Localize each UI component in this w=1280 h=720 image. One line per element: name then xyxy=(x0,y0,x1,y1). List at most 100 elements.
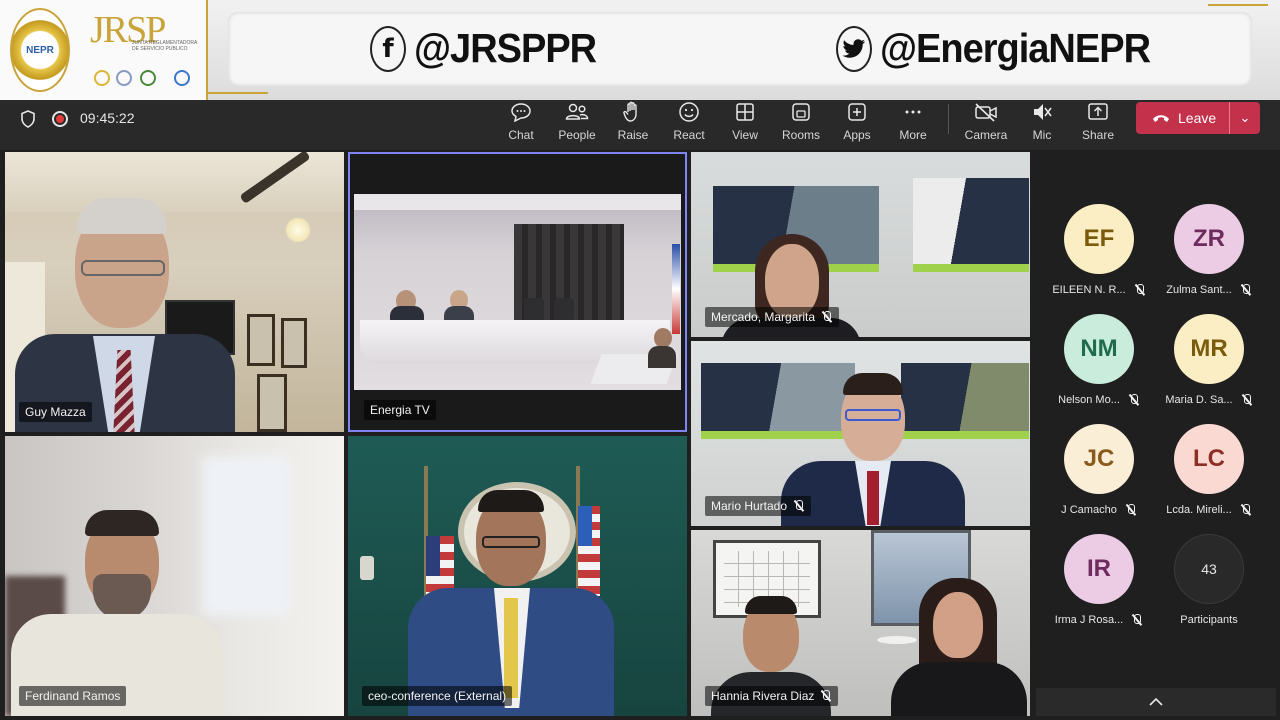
participant-name: Mario Hurtado xyxy=(711,499,788,513)
partner-logo xyxy=(174,70,190,86)
wall-frame xyxy=(257,374,287,432)
view-button[interactable]: View xyxy=(717,100,773,146)
view-label: View xyxy=(732,128,758,142)
mic-off-icon xyxy=(1128,394,1140,406)
participants-count: 43 xyxy=(1174,534,1244,604)
facebook-handle: @JRSPPR xyxy=(414,25,597,72)
participant-avatar-tile[interactable]: MR Maria D. Sa... xyxy=(1154,314,1264,424)
raise-hand-button[interactable]: Raise xyxy=(605,100,661,146)
participant-avatar-tile[interactable]: ZR Zulma Sant... xyxy=(1154,204,1264,314)
participant-name-tag: Guy Mazza xyxy=(19,402,92,422)
wall-poster xyxy=(701,363,855,437)
participant-name: Ferdinand Ramos xyxy=(25,689,121,703)
participant-name-tag: ceo-conference (External) xyxy=(362,686,513,706)
people-icon xyxy=(565,100,589,124)
mic-off-icon xyxy=(1241,394,1253,406)
share-button[interactable]: Share xyxy=(1070,100,1126,146)
rooms-button[interactable]: Rooms xyxy=(773,100,829,146)
leave-button[interactable]: Leave xyxy=(1136,102,1230,134)
mic-off-icon xyxy=(1031,100,1053,124)
partner-logo xyxy=(94,70,110,86)
org-logo-area: NEPR JRSP JUNTA REGLAMENTADORA DE SERVIC… xyxy=(0,0,208,100)
participant-name: Mercado, Margarita xyxy=(711,310,816,324)
react-label: React xyxy=(673,128,705,142)
apps-button[interactable]: Apps xyxy=(829,100,885,146)
leave-button-group: Leave ⌄ xyxy=(1136,102,1260,134)
video-tile[interactable]: ceo-conference (External) xyxy=(348,436,687,716)
mic-off-icon xyxy=(1131,614,1143,626)
participant-name: Guy Mazza xyxy=(25,405,86,419)
participant-name-tag: Energia TV xyxy=(364,400,436,420)
participant-name-row: Irma J Rosa... xyxy=(1055,614,1143,626)
rooms-icon xyxy=(791,100,811,124)
participant-avatar-tile[interactable]: JC J Camacho xyxy=(1044,424,1154,534)
video-tile-active-speaker[interactable]: Energia TV xyxy=(348,152,687,432)
video-tile[interactable]: Ferdinand Ramos xyxy=(5,436,344,716)
broadcast-banner: NEPR JRSP JUNTA REGLAMENTADORA DE SERVIC… xyxy=(0,0,1280,100)
facebook-handle-group: f @JRSPPR xyxy=(370,25,597,72)
avatar: ZR xyxy=(1174,204,1244,274)
participant-name-row: Nelson Mo... xyxy=(1058,394,1140,406)
twitter-handle-group: @EnergiaNEPR xyxy=(836,26,1151,72)
participant-name: Irma J Rosa... xyxy=(1054,614,1124,626)
participant-avatar-tile[interactable]: EF EILEEN N. R... xyxy=(1044,204,1154,314)
people-label: People xyxy=(558,128,596,142)
video-tile[interactable]: Mario Hurtado xyxy=(691,341,1030,526)
decorative-line xyxy=(208,92,268,94)
chat-button[interactable]: Chat xyxy=(493,100,549,146)
leave-options-dropdown[interactable]: ⌄ xyxy=(1230,110,1260,126)
meeting-toolbar: 09:45:22 Chat People Raise React View Ro… xyxy=(0,100,1280,150)
seal-text: NEPR xyxy=(26,44,54,56)
nepr-seal-logo: NEPR xyxy=(10,8,70,92)
camera-button[interactable]: Camera xyxy=(958,100,1014,146)
participants-gallery: EF EILEEN N. R... ZR Zulma Sant... NM Ne… xyxy=(1032,150,1280,720)
partner-logo xyxy=(140,70,156,86)
video-tile[interactable]: Hannia Rivera Diaz xyxy=(691,530,1030,716)
avatar: NM xyxy=(1064,314,1134,384)
jrsp-logo-subtext: JUNTA REGLAMENTADORA DE SERVICIO PUBLICO xyxy=(132,40,198,52)
participant-name-row: EILEEN N. R... xyxy=(1052,284,1145,296)
wall-poster xyxy=(901,363,1029,437)
avatar: MR xyxy=(1174,314,1244,384)
wall-phone xyxy=(360,556,374,580)
participant-name-row: Lcda. Mireli... xyxy=(1166,504,1251,516)
more-label: More xyxy=(899,128,927,142)
mic-off-icon xyxy=(821,311,833,323)
chat-label: Chat xyxy=(508,128,534,142)
participant-avatar-tile[interactable]: LC Lcda. Mireli... xyxy=(1154,424,1264,534)
video-tile[interactable]: Guy Mazza xyxy=(5,152,344,432)
social-handles-bar: f @JRSPPR @EnergiaNEPR xyxy=(228,12,1252,86)
participant-name-row: Zulma Sant... xyxy=(1166,284,1251,296)
participant-name: Hannia Rivera Diaz xyxy=(711,689,815,703)
mic-button[interactable]: Mic xyxy=(1014,100,1070,146)
react-button[interactable]: React xyxy=(661,100,717,146)
participant-name: Zulma Sant... xyxy=(1166,284,1232,296)
participant-name: EILEEN N. R... xyxy=(1052,284,1126,296)
flag xyxy=(672,244,680,334)
participant-name: Lcda. Mireli... xyxy=(1166,504,1232,516)
avatar: JC xyxy=(1064,424,1134,494)
collapse-gallery-button[interactable] xyxy=(1036,688,1276,716)
video-tile[interactable]: Mercado, Margarita xyxy=(691,152,1030,337)
participant-avatar-tile[interactable]: NM Nelson Mo... xyxy=(1044,314,1154,424)
wall-frame xyxy=(281,318,307,368)
mic-off-icon xyxy=(1240,504,1252,516)
participant-name: Nelson Mo... xyxy=(1058,394,1120,406)
mic-off-icon xyxy=(793,500,805,512)
partner-logo xyxy=(116,70,132,86)
ceiling xyxy=(354,194,681,210)
more-button[interactable]: More xyxy=(885,100,941,146)
facebook-icon: f xyxy=(370,26,406,72)
apps-icon xyxy=(847,100,867,124)
phone-hangup-icon xyxy=(1153,115,1169,122)
mic-off-icon xyxy=(820,690,832,702)
people-button[interactable]: People xyxy=(549,100,605,146)
participant-name-row: J Camacho xyxy=(1061,504,1137,516)
participants-count-tile[interactable]: 43 Participants xyxy=(1154,534,1264,644)
participant-name-tag: Ferdinand Ramos xyxy=(19,686,127,706)
avatar: EF xyxy=(1064,204,1134,274)
camera-off-icon xyxy=(974,100,998,124)
meeting-timer: 09:45:22 xyxy=(80,110,135,126)
window xyxy=(201,456,291,616)
participant-avatar-tile[interactable]: IR Irma J Rosa... xyxy=(1044,534,1154,644)
